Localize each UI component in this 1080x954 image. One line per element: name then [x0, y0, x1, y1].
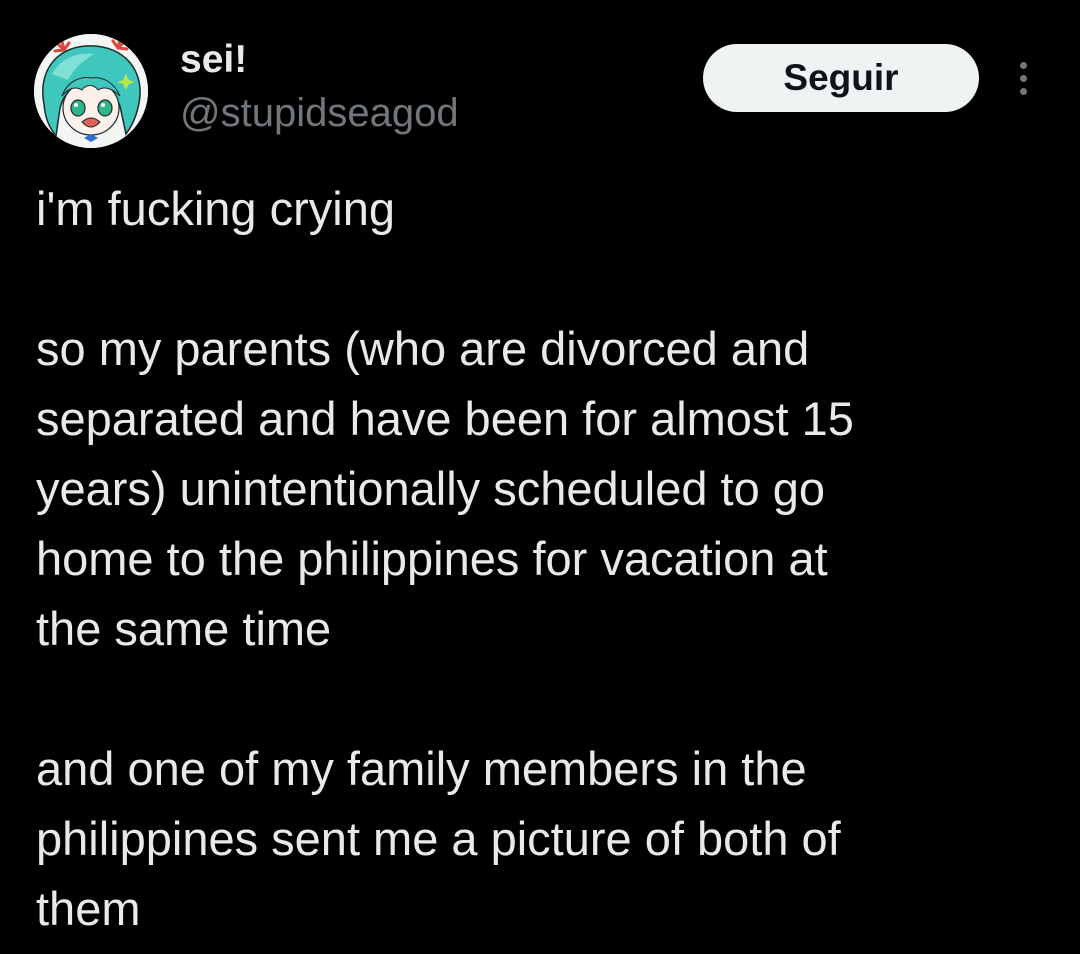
author-display-name[interactable]: sei! — [180, 36, 247, 84]
more-options-dot — [1019, 61, 1027, 69]
paragraph-spacer — [36, 664, 1046, 734]
avatar[interactable] — [34, 34, 148, 148]
post: sei! @stupidseagod Seguir i'm fucking cr… — [0, 0, 1080, 954]
post-paragraph: and one of my family members in the phil… — [36, 742, 841, 935]
more-options-icon[interactable] — [1005, 56, 1041, 100]
more-options-dot — [1019, 87, 1027, 95]
author-handle[interactable]: @stupidseagod — [180, 88, 459, 138]
avatar-image — [34, 34, 148, 148]
paragraph-spacer — [36, 244, 1046, 314]
post-paragraph: i'm fucking crying — [36, 182, 395, 235]
post-text: i'm fucking crying so my parents (who ar… — [36, 174, 1046, 944]
follow-button[interactable]: Seguir — [703, 44, 979, 112]
more-options-dot — [1019, 74, 1027, 82]
post-paragraph: so my parents (who are divorced and sepa… — [36, 322, 854, 655]
